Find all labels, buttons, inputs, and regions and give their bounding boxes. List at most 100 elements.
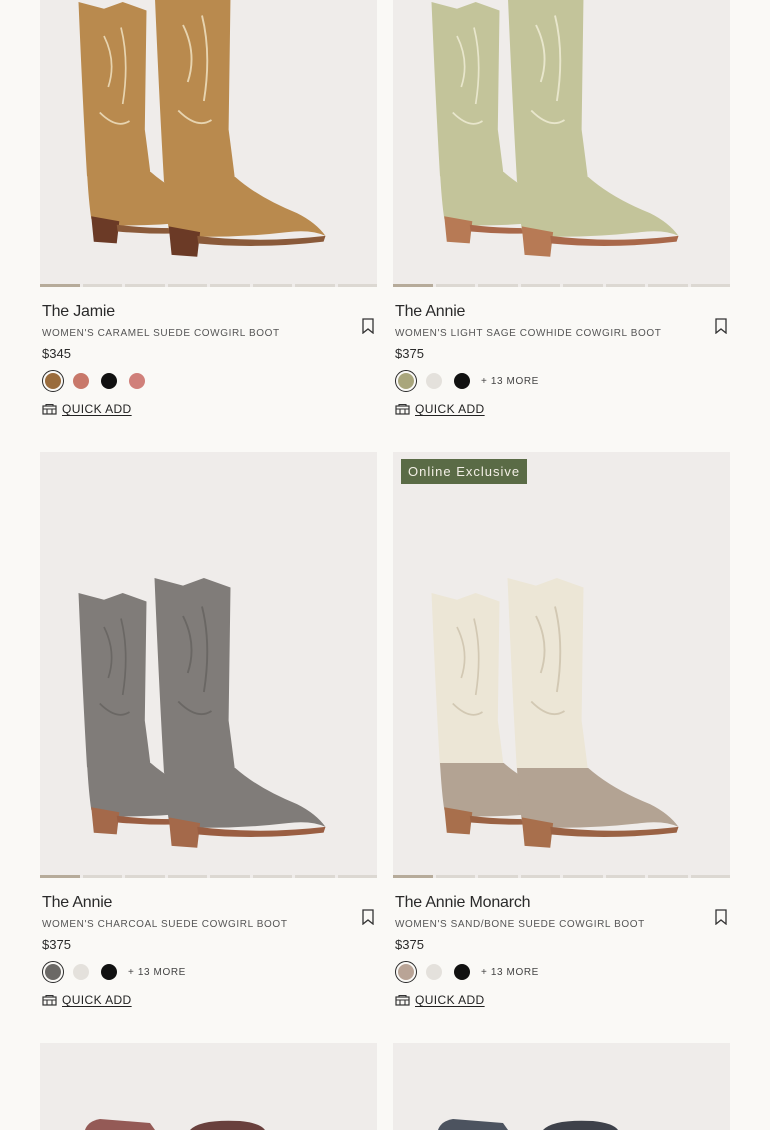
color-swatch[interactable] (451, 961, 473, 983)
product-price: $345 (42, 346, 71, 361)
quick-add-button[interactable]: Quick Add (42, 991, 375, 1009)
color-swatch[interactable] (395, 961, 417, 983)
boot-image (438, 1119, 618, 1130)
product-description: Women's Sand/Bone Suede Cowgirl Boot (395, 919, 645, 930)
carousel-dot[interactable] (295, 875, 335, 878)
carousel-dot[interactable] (125, 875, 165, 878)
boot-image (431, 0, 679, 257)
color-swatch[interactable] (423, 370, 445, 392)
product-price: $375 (395, 346, 424, 361)
quick-add-label: Quick Add (62, 402, 132, 416)
carousel-dot[interactable] (337, 875, 377, 878)
product-card[interactable]: Online Exclusive The Annie Monarch Women… (393, 452, 730, 1009)
more-colors-link[interactable]: + 13 More (128, 967, 186, 978)
quick-add-icon (42, 403, 57, 415)
color-swatch[interactable] (70, 961, 92, 983)
carousel-dot[interactable] (210, 284, 250, 287)
quick-add-button[interactable]: Quick Add (42, 400, 375, 418)
image-carousel-indicator[interactable] (40, 875, 377, 878)
product-card[interactable] (393, 1043, 730, 1130)
carousel-dot[interactable] (648, 284, 688, 287)
carousel-dot[interactable] (520, 875, 560, 878)
product-description: Women's Charcoal Suede Cowgirl Boot (42, 919, 288, 930)
image-carousel-indicator[interactable] (393, 284, 730, 287)
image-carousel-indicator[interactable] (40, 284, 377, 287)
carousel-dot[interactable] (478, 284, 518, 287)
color-swatch[interactable] (98, 961, 120, 983)
boot-image (431, 578, 679, 848)
product-card[interactable]: The Annie Women's Charcoal Suede Cowgirl… (40, 452, 377, 1009)
bookmark-icon[interactable] (714, 909, 728, 925)
carousel-dot[interactable] (252, 284, 292, 287)
carousel-dot[interactable] (690, 284, 730, 287)
carousel-dot[interactable] (393, 875, 433, 878)
color-swatches (42, 370, 375, 392)
product-image[interactable] (40, 0, 377, 287)
quick-add-icon (395, 994, 410, 1006)
carousel-dot[interactable] (295, 284, 335, 287)
product-card[interactable] (40, 1043, 377, 1130)
product-card[interactable]: The Jamie Women's Caramel Suede Cowgirl … (40, 0, 377, 418)
color-swatches: + 13 More (395, 961, 728, 983)
bookmark-icon[interactable] (361, 318, 375, 334)
boot-image (78, 0, 326, 257)
color-swatches: + 13 More (395, 370, 728, 392)
image-carousel-indicator[interactable] (393, 875, 730, 878)
more-colors-link[interactable]: + 13 More (481, 376, 539, 387)
product-description: Women's Light Sage Cowhide Cowgirl Boot (395, 328, 662, 339)
bookmark-icon[interactable] (714, 318, 728, 334)
carousel-dot[interactable] (690, 875, 730, 878)
color-swatch[interactable] (126, 370, 148, 392)
boot-image (78, 578, 326, 848)
carousel-dot[interactable] (563, 875, 603, 878)
boot-image (85, 1119, 265, 1130)
color-swatch[interactable] (423, 961, 445, 983)
carousel-dot[interactable] (393, 284, 433, 287)
product-price: $375 (395, 937, 424, 952)
bookmark-icon[interactable] (361, 909, 375, 925)
carousel-dot[interactable] (125, 284, 165, 287)
product-name[interactable]: The Jamie (42, 302, 375, 322)
quick-add-button[interactable]: Quick Add (395, 991, 728, 1009)
carousel-dot[interactable] (478, 875, 518, 878)
carousel-dot[interactable] (40, 875, 80, 878)
product-description: Women's Caramel Suede Cowgirl Boot (42, 328, 280, 339)
carousel-dot[interactable] (210, 875, 250, 878)
carousel-dot[interactable] (563, 284, 603, 287)
quick-add-icon (395, 403, 410, 415)
quick-add-label: Quick Add (62, 993, 132, 1007)
carousel-dot[interactable] (435, 875, 475, 878)
color-swatch[interactable] (98, 370, 120, 392)
carousel-dot[interactable] (82, 875, 122, 878)
product-name[interactable]: The Annie (395, 302, 728, 322)
color-swatch[interactable] (395, 370, 417, 392)
product-name[interactable]: The Annie (42, 893, 375, 913)
carousel-dot[interactable] (648, 875, 688, 878)
product-image[interactable] (393, 0, 730, 287)
color-swatches: + 13 More (42, 961, 375, 983)
product-name[interactable]: The Annie Monarch (395, 893, 728, 913)
more-colors-link[interactable]: + 13 More (481, 967, 539, 978)
carousel-dot[interactable] (82, 284, 122, 287)
color-swatch[interactable] (42, 961, 64, 983)
product-card[interactable]: The Annie Women's Light Sage Cowhide Cow… (393, 0, 730, 418)
carousel-dot[interactable] (167, 875, 207, 878)
carousel-dot[interactable] (252, 875, 292, 878)
online-exclusive-badge: Online Exclusive (401, 459, 528, 484)
product-image[interactable] (40, 1043, 377, 1130)
color-swatch[interactable] (70, 370, 92, 392)
product-image[interactable] (393, 1043, 730, 1130)
carousel-dot[interactable] (605, 875, 645, 878)
quick-add-button[interactable]: Quick Add (395, 400, 728, 418)
carousel-dot[interactable] (167, 284, 207, 287)
carousel-dot[interactable] (435, 284, 475, 287)
carousel-dot[interactable] (40, 284, 80, 287)
carousel-dot[interactable] (605, 284, 645, 287)
quick-add-icon (42, 994, 57, 1006)
carousel-dot[interactable] (337, 284, 377, 287)
product-image[interactable]: Online Exclusive (393, 452, 730, 878)
color-swatch[interactable] (42, 370, 64, 392)
carousel-dot[interactable] (520, 284, 560, 287)
product-image[interactable] (40, 452, 377, 878)
color-swatch[interactable] (451, 370, 473, 392)
